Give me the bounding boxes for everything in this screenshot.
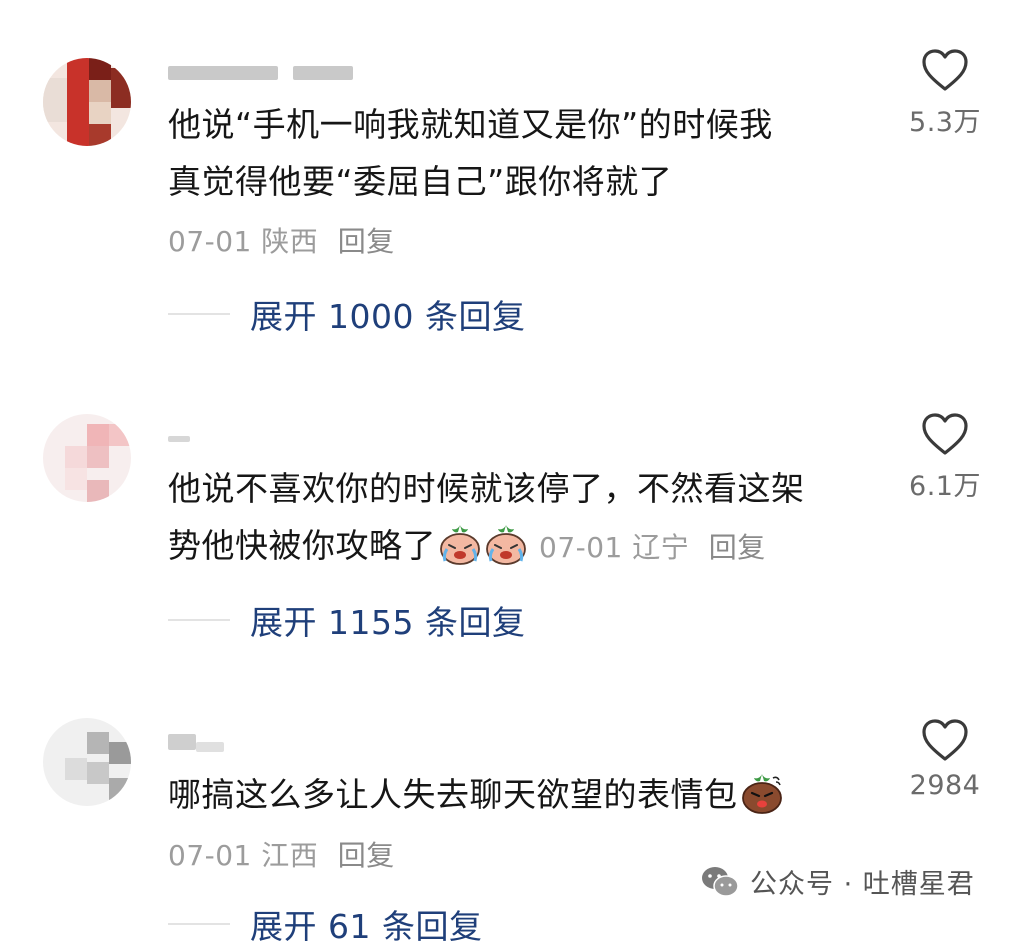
expand-replies-label[interactable]: 展开 61 条回复 xyxy=(250,900,482,948)
comment-text-line: 真觉得他要“委屈自己”跟你将就了 xyxy=(168,162,673,201)
comment-date: 07-01 xyxy=(539,531,623,564)
comment-location: 陕西 xyxy=(261,225,319,258)
heart-icon[interactable] xyxy=(921,412,969,456)
expand-replies-label[interactable]: 展开 1000 条回复 xyxy=(250,290,525,338)
comment-date: 07-01 xyxy=(168,225,252,258)
comment-text-segment: 哪搞这么多让人失去聊天欲望的表情包 xyxy=(168,775,738,814)
divider-line xyxy=(168,923,230,925)
wechat-icon xyxy=(702,866,739,897)
like-area[interactable]: 6.1万 xyxy=(900,412,990,503)
like-area[interactable]: 2984 xyxy=(900,718,990,801)
comment-text: 他说“手机一响我就知道又是你”的时候我 真觉得他要“委屈自己”跟你将就了 xyxy=(168,96,868,210)
comment-meta: 07-01 江西 回复 xyxy=(168,834,395,874)
comment-text-line: 哪搞这么多让人失去聊天欲望的表情包 xyxy=(168,766,868,823)
avatar[interactable] xyxy=(43,718,131,806)
watermark-text: 公众号 · 吐槽星君 xyxy=(750,869,975,900)
username-blurred[interactable] xyxy=(168,732,248,752)
comment-meta: 07-01 辽宁 回复 xyxy=(539,531,766,564)
divider-line xyxy=(168,313,230,315)
avatar[interactable] xyxy=(43,414,131,502)
comment-text-segment: 势他快被你攻略了 xyxy=(168,526,436,565)
username-blurred[interactable] xyxy=(168,60,368,80)
crying-face-emoji xyxy=(486,525,526,565)
like-count: 5.3万 xyxy=(909,107,981,138)
like-count: 6.1万 xyxy=(909,471,981,502)
crying-face-emoji xyxy=(440,525,480,565)
watermark: 公众号 · 吐槽星君 xyxy=(700,862,975,901)
comment-text: 他说不喜欢你的时候就该停了，不然看这架 势他快被你攻略了 07-01 辽宁 回复 xyxy=(168,460,868,576)
comment-location: 辽宁 xyxy=(632,531,690,564)
comment-text-line: 他说不喜欢你的时候就该停了，不然看这架 xyxy=(168,469,805,508)
comment-text-line: 势他快被你攻略了 07-01 辽宁 回复 xyxy=(168,517,868,576)
angry-face-emoji xyxy=(741,774,782,814)
comment-meta: 07-01 陕西 回复 xyxy=(168,220,395,260)
heart-icon[interactable] xyxy=(921,718,969,762)
heart-icon[interactable] xyxy=(921,48,969,92)
comment-location: 江西 xyxy=(261,839,319,872)
like-count: 2984 xyxy=(909,770,981,801)
comment-text: 哪搞这么多让人失去聊天欲望的表情包 xyxy=(168,766,868,823)
reply-button[interactable]: 回复 xyxy=(709,531,766,564)
expand-replies-label[interactable]: 展开 1155 条回复 xyxy=(250,596,525,644)
like-area[interactable]: 5.3万 xyxy=(900,48,990,139)
reply-button[interactable]: 回复 xyxy=(338,225,395,258)
expand-replies[interactable]: 展开 61 条回复 xyxy=(168,900,482,948)
expand-replies[interactable]: 展开 1000 条回复 xyxy=(168,290,525,338)
comment-text-line: 他说“手机一响我就知道又是你”的时候我 xyxy=(168,105,773,144)
reply-button[interactable]: 回复 xyxy=(338,839,395,872)
avatar[interactable] xyxy=(43,58,131,146)
comment-date: 07-01 xyxy=(168,839,252,872)
username-blurred[interactable] xyxy=(168,426,228,446)
divider-line xyxy=(168,619,230,621)
expand-replies[interactable]: 展开 1155 条回复 xyxy=(168,596,525,644)
